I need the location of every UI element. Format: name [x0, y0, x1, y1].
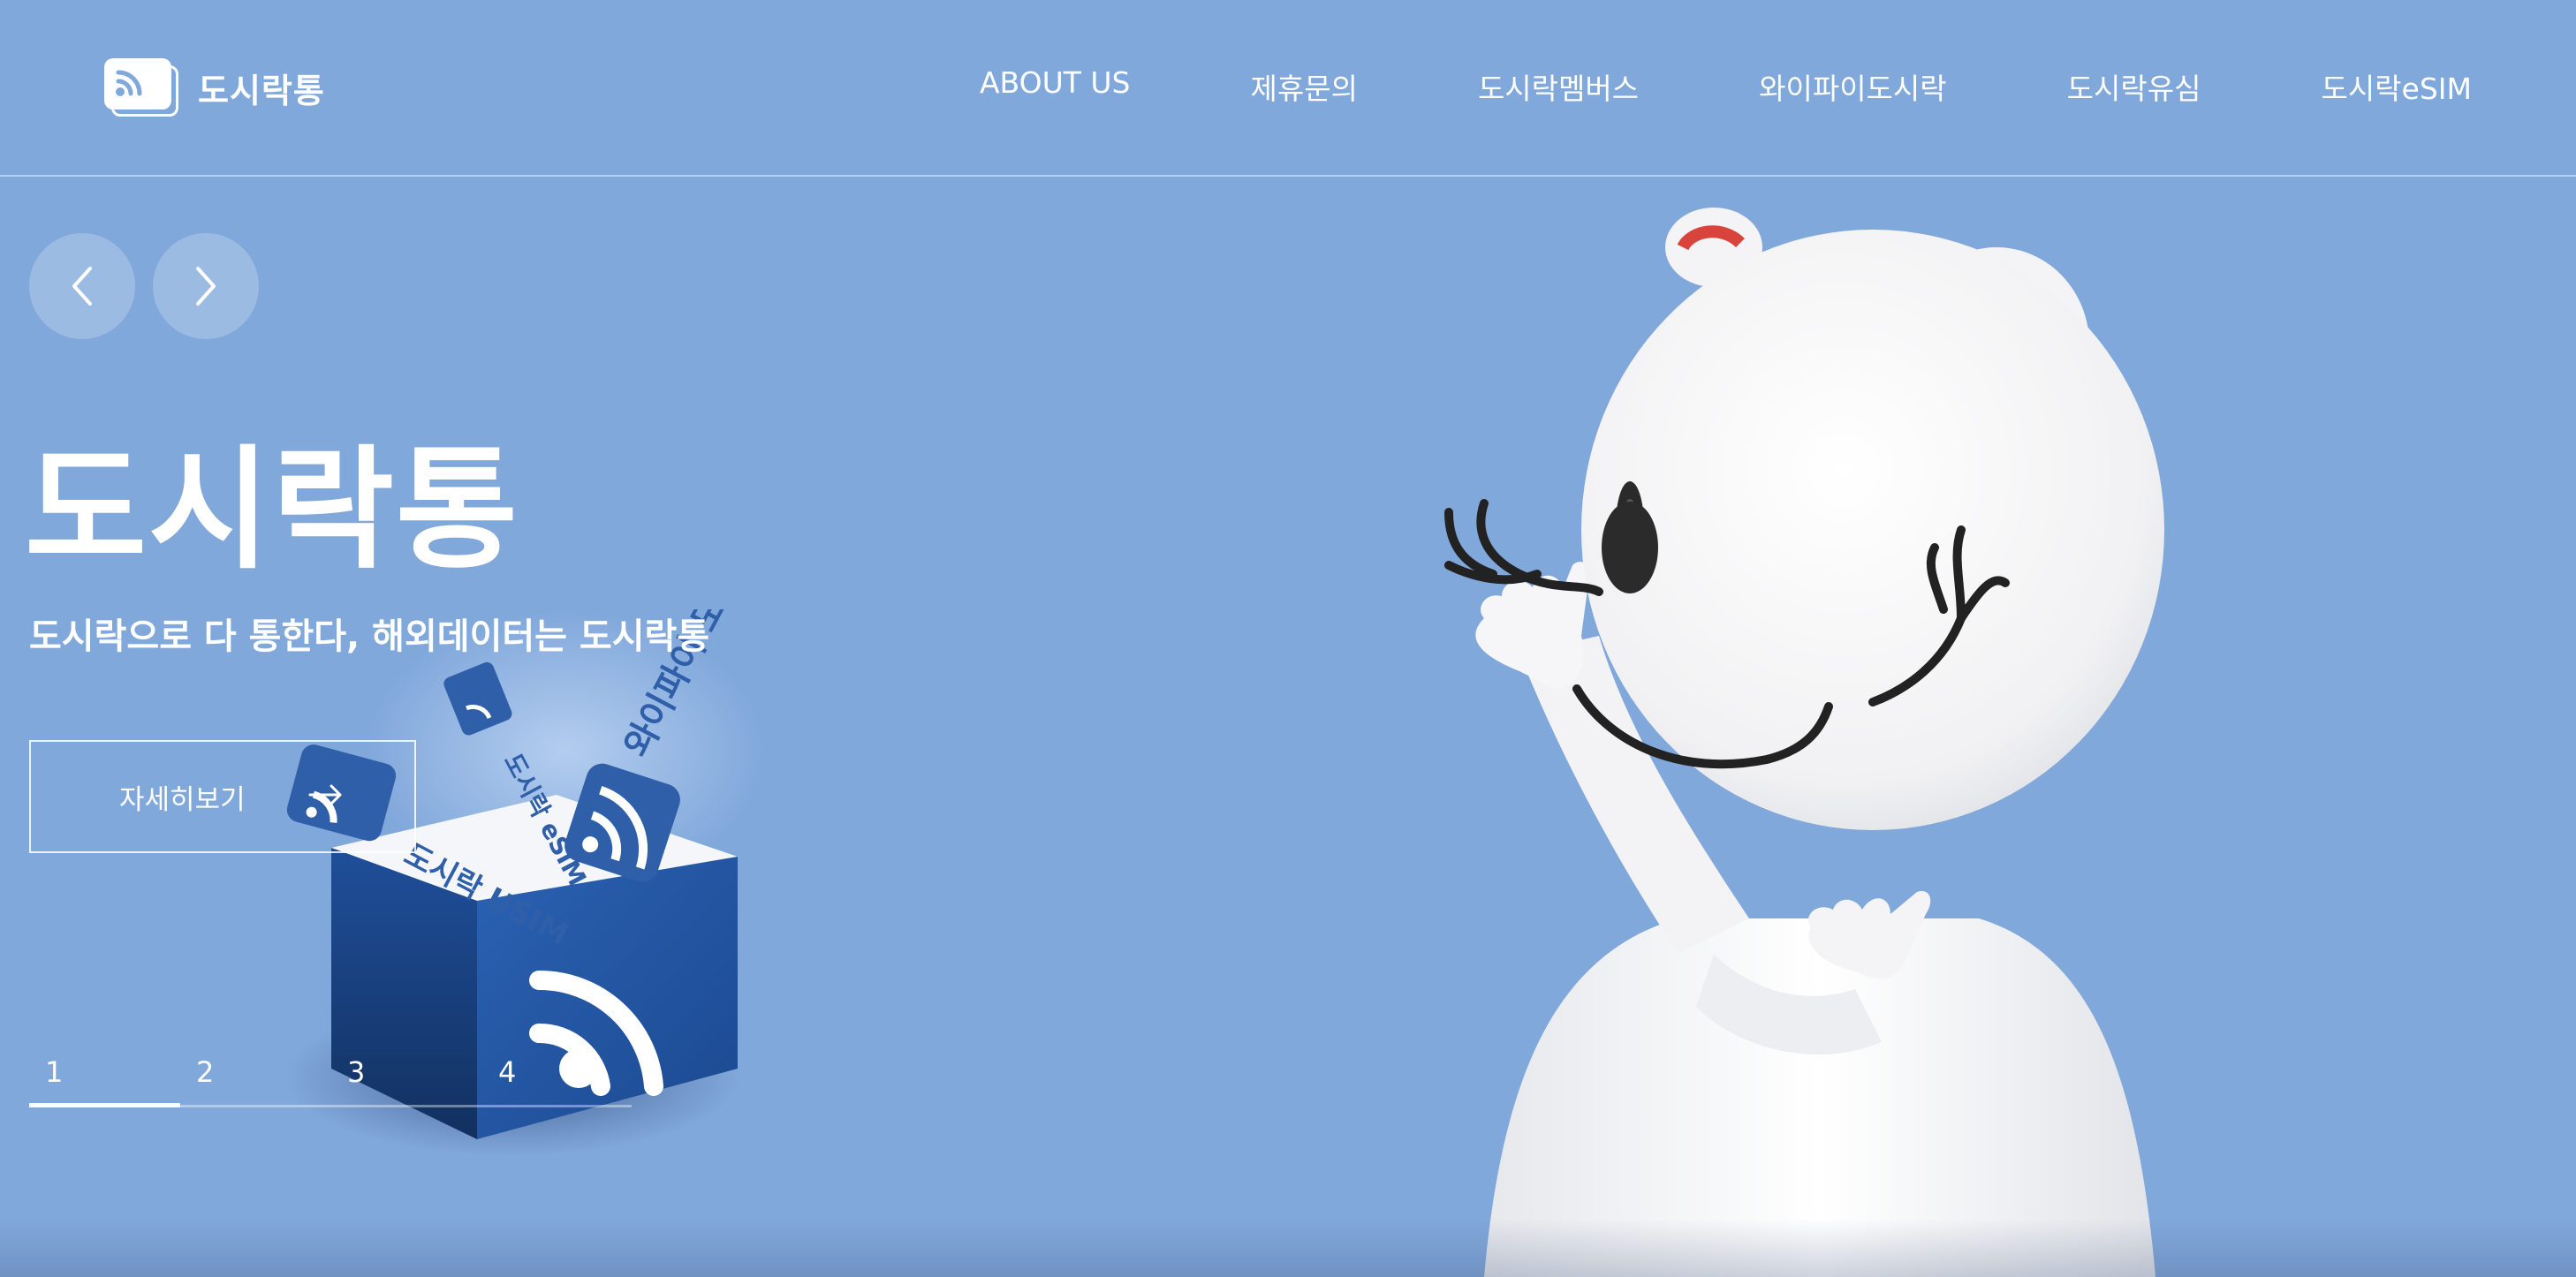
view-more-button[interactable]: 자세히보기 [29, 740, 416, 853]
hero-title: 도시락통 [25, 434, 520, 587]
logo[interactable]: 도시락통 [104, 57, 325, 118]
brand-name: 도시락통 [198, 71, 325, 110]
nav-esim[interactable]: 도시락eSIM [2321, 65, 2472, 108]
prev-slide-button[interactable] [29, 233, 135, 339]
main-nav: ABOUT US 제휴문의 도시락멤버스 와이파이도시락 도시락유심 도시락eS… [980, 65, 2472, 108]
wifi-card-icon [104, 58, 180, 117]
chevron-left-icon [72, 267, 92, 306]
nav-usim[interactable]: 도시락유심 [2067, 65, 2201, 108]
pagination-progress [29, 1103, 180, 1107]
nav-members[interactable]: 도시락멤버스 [1478, 65, 1639, 108]
bottom-shade [0, 1219, 2576, 1277]
page-3[interactable]: 3 [347, 1055, 365, 1089]
site-header: 도시락통 ABOUT US 제휴문의 도시락멤버스 와이파이도시락 도시락유심 … [0, 0, 2576, 177]
page-1[interactable]: 1 [45, 1055, 63, 1089]
slide-pagination: 1 2 3 4 [29, 1055, 632, 1110]
nav-wifi-dosirak[interactable]: 와이파이도시락 [1759, 65, 1947, 108]
page-4[interactable]: 4 [498, 1055, 516, 1089]
page-2[interactable]: 2 [196, 1055, 214, 1089]
hero-subtitle: 도시락으로 다 통한다, 해외데이터는 도시락통 [29, 616, 710, 657]
mascot-illustration [1444, 208, 2164, 1277]
arrow-right-icon [308, 784, 342, 805]
next-slide-button[interactable] [153, 233, 259, 339]
nav-partnership[interactable]: 제휴문의 [1250, 65, 1357, 108]
view-more-label: 자세히보기 [119, 783, 246, 816]
chevron-right-icon [196, 267, 216, 306]
nav-about-us[interactable]: ABOUT US [980, 65, 1131, 108]
